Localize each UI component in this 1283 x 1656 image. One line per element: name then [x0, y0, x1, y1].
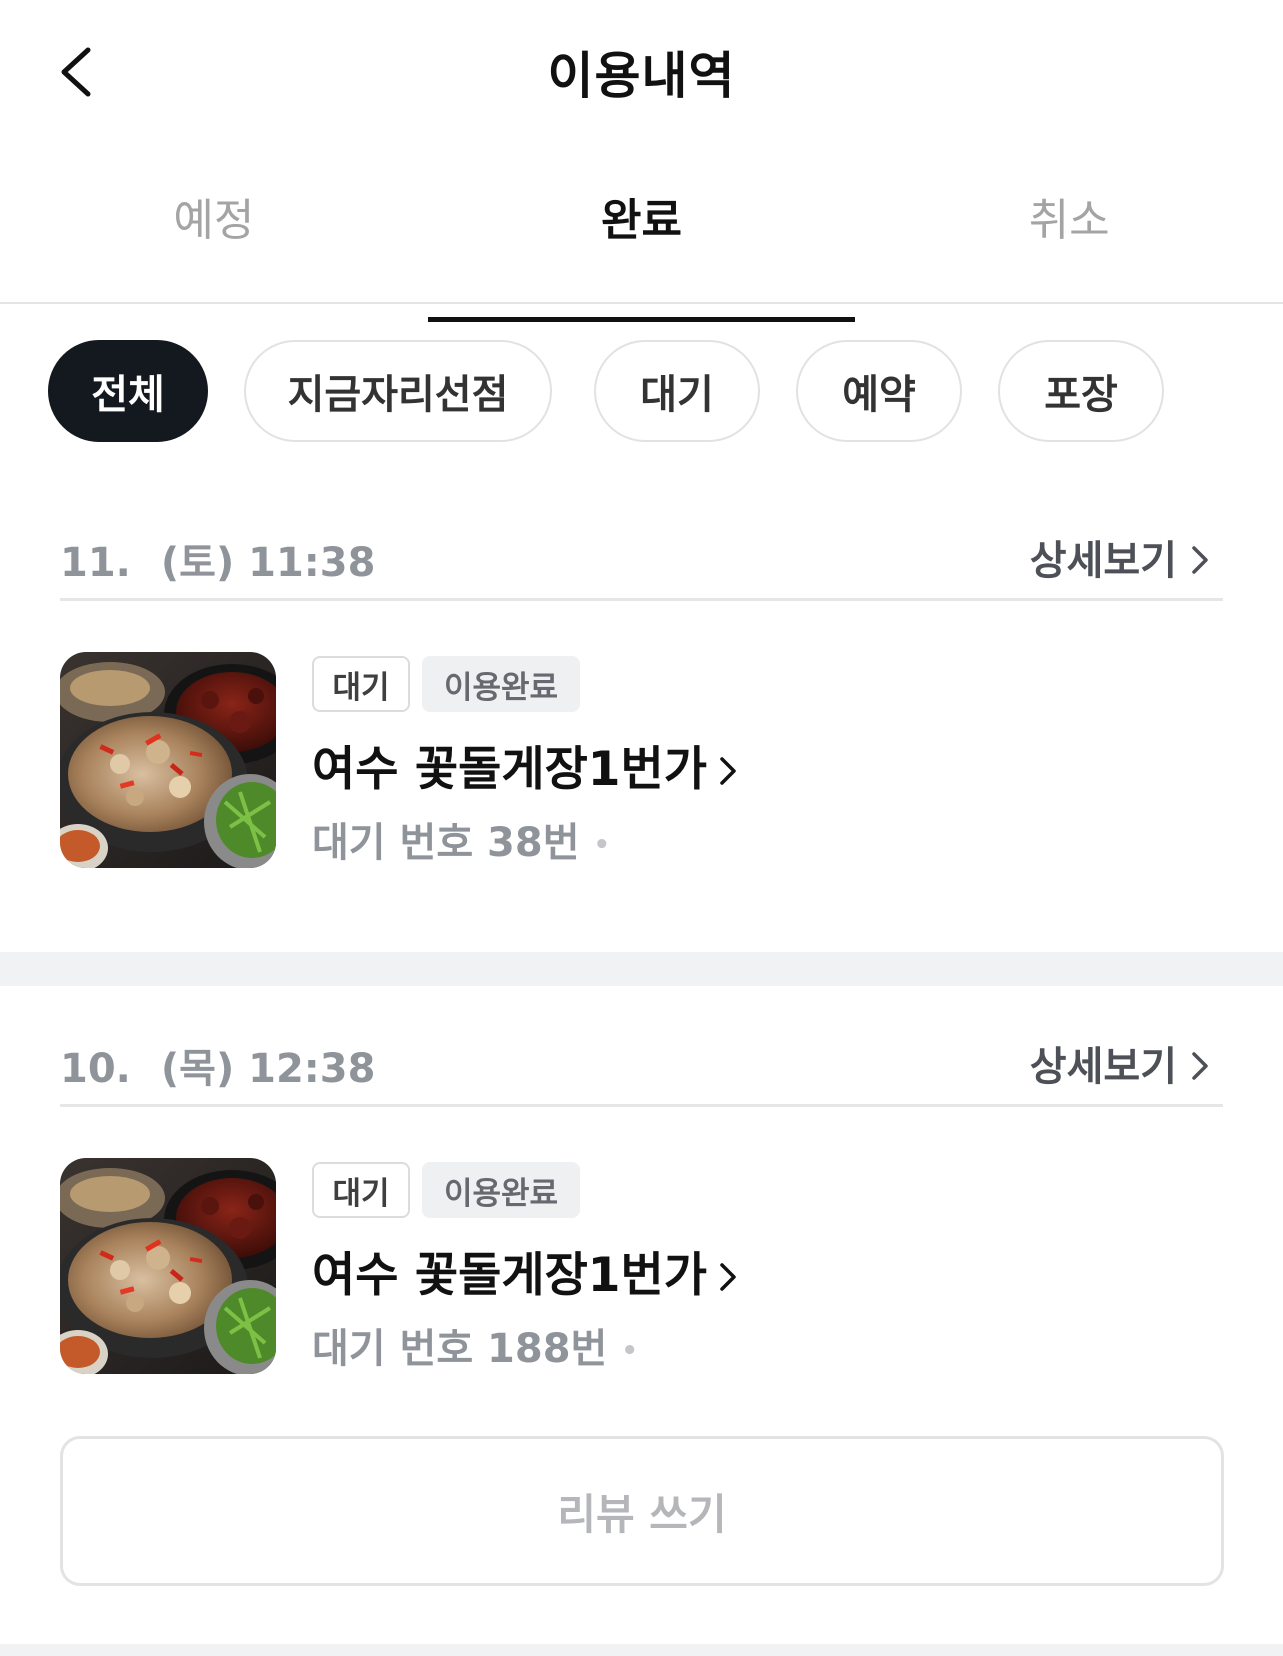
filter-chip-waiting[interactable]: 대기 [594, 340, 760, 442]
chevron-right-icon [1192, 1052, 1208, 1080]
store-thumbnail[interactable] [60, 652, 276, 868]
filter-chip-takeout[interactable]: 포장 [998, 340, 1164, 442]
status-badge: 이용완료 [422, 1162, 580, 1218]
chevron-right-icon [720, 757, 736, 785]
record-date: 11. (토) 11:38 [60, 540, 376, 586]
tab-bar: 예정 완료 취소 [0, 176, 1283, 322]
type-badge: 대기 [312, 1162, 410, 1218]
record-date: 10. (목) 12:38 [60, 1046, 376, 1092]
status-badge: 이용완료 [422, 656, 580, 712]
chevron-right-icon [1192, 546, 1208, 574]
wait-number: 대기 번호 188번 • [312, 1326, 638, 1372]
wait-number: 대기 번호 38번 • [312, 820, 611, 866]
tab-completed[interactable]: 완료 [427, 176, 856, 322]
tab-cancelled[interactable]: 취소 [855, 176, 1283, 302]
filter-chip-seat-claim[interactable]: 지금자리선점 [244, 340, 552, 442]
tab-scheduled[interactable]: 예정 [0, 176, 428, 302]
record-date-row: 10. (목) 12:38 상세보기 [60, 1028, 1223, 1107]
store-thumbnail[interactable] [60, 1158, 276, 1374]
store-name-link[interactable]: 여수 꽃돌게장1번가 [312, 730, 737, 800]
section-divider [0, 952, 1283, 986]
view-details-link[interactable]: 상세보기 [1030, 1034, 1209, 1092]
view-details-link[interactable]: 상세보기 [1030, 528, 1209, 586]
bottom-divider [0, 1644, 1283, 1656]
type-badge: 대기 [312, 656, 410, 712]
header: 이용내역 [0, 0, 1283, 150]
food-photo [60, 652, 276, 868]
write-review-button[interactable]: 리뷰 쓰기 [60, 1436, 1224, 1586]
page-title: 이용내역 [547, 47, 736, 105]
store-name-link[interactable]: 여수 꽃돌게장1번가 [312, 1236, 737, 1306]
filter-chip-all[interactable]: 전체 [48, 340, 208, 442]
record-date-row: 11. (토) 11:38 상세보기 [60, 522, 1223, 601]
chevron-right-icon [720, 1263, 736, 1291]
filter-chip-reservation[interactable]: 예약 [796, 340, 962, 442]
food-photo [60, 1158, 276, 1374]
